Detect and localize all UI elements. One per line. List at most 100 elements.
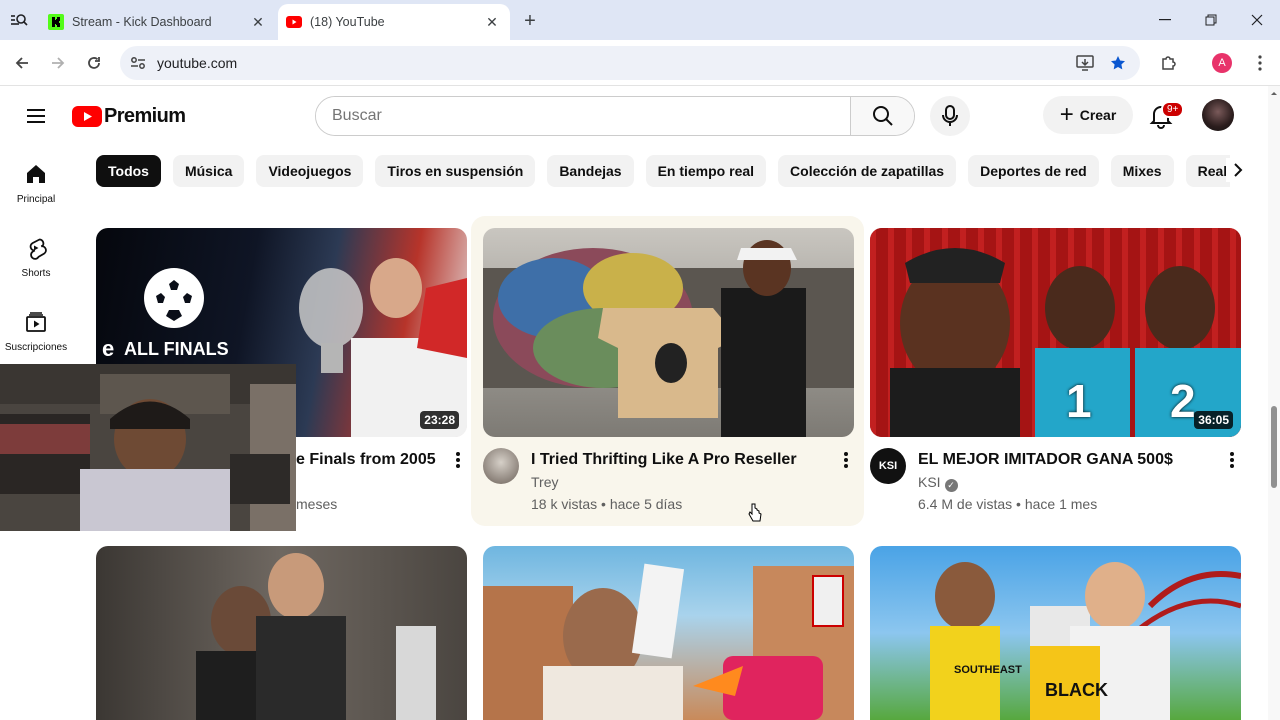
close-window-icon[interactable] [1234,6,1280,34]
browser-toolbar: youtube.com A [0,40,1280,86]
chips-next-chevron-icon[interactable] [1226,158,1250,182]
thumbnail-text: ALL FINALS [124,339,229,359]
channel-avatar[interactable]: KSI [870,448,906,484]
sidebar-item-shorts[interactable]: Shorts [4,220,68,294]
tab-title: (18) YouTube [310,15,385,29]
video-thumbnail[interactable] [96,546,467,720]
address-bar[interactable]: youtube.com [120,46,1140,80]
channel-avatar[interactable] [483,448,519,484]
restore-window-icon[interactable] [1188,6,1234,34]
chip-musica[interactable]: Música [172,155,245,187]
video-title[interactable]: I Tried Thrifting Like A Pro Reseller [531,451,797,469]
menu-hamburger-icon[interactable] [24,104,48,128]
browser-tab-bar: Stream - Kick Dashboard ✕ (18) YouTube ✕… [0,0,1280,40]
new-tab-plus-icon[interactable]: + [518,9,542,33]
chip-mixes[interactable]: Mixes [1110,155,1174,187]
plus-icon: + [1059,101,1074,128]
verified-check-icon: ✓ [944,479,958,492]
jersey-text: BLACK [1045,680,1108,700]
extensions-puzzle-icon[interactable] [1157,51,1181,75]
kick-favicon-icon [48,14,64,30]
webcam-feed-image [0,364,296,531]
page-scrollbar[interactable] [1268,86,1280,720]
video-meta: 6.4 M de vistas • hace 1 mes [918,496,1098,512]
music-video-thumbnail-art [196,553,436,720]
mouse-cursor-icon [748,503,762,522]
thumbnail-text: e [102,336,115,361]
video-thumbnail[interactable] [483,546,854,720]
channel-name[interactable]: Trey [531,474,558,490]
tab-search-icon [11,14,28,26]
scrollbar-thumb[interactable] [1271,406,1277,488]
video-more-options-icon[interactable] [446,448,470,472]
chip-deportes-de-red[interactable]: Deportes de red [968,155,1099,187]
forward-arrow-icon[interactable] [44,49,72,77]
tab-kick-dashboard[interactable]: Stream - Kick Dashboard ✕ [40,4,276,40]
chip-coleccion-de-zapatillas[interactable]: Colección de zapatillas [778,155,957,187]
video-more-options-icon[interactable] [834,448,858,472]
chip-real-madrid[interactable]: Real Madric [1185,155,1230,187]
thumbnail-number: 2 [1170,375,1196,427]
youtube-premium-logo[interactable]: Premium [72,105,186,128]
chip-videojuegos[interactable]: Videojuegos [256,155,364,187]
search-box [315,96,915,136]
voice-search-button[interactable] [930,96,970,136]
chip-en-tiempo-real[interactable]: En tiempo real [645,155,767,187]
video-more-options-icon[interactable] [1220,448,1244,472]
thrift-store-thumbnail-art [483,240,854,437]
site-info-icon[interactable] [128,53,148,73]
profile-avatar[interactable]: A [1210,51,1234,75]
home-icon [27,165,45,183]
filter-chips-bar: Todos Música Videojuegos Tiros en suspen… [96,155,1230,187]
search-button[interactable] [850,97,914,135]
scroll-up-arrow-icon[interactable] [1268,88,1280,98]
youtube-header: Premium + Crear 9+ [0,86,1268,146]
chip-todos[interactable]: Todos [96,155,161,187]
search-input[interactable] [316,97,850,135]
reload-icon[interactable] [80,49,108,77]
sidebar-item-label: Shorts [21,268,51,279]
video-thumbnail[interactable]: SOUTHEAST BLACK [870,546,1241,720]
create-label: Crear [1079,107,1117,123]
jersey-text: SOUTHEAST [954,664,1022,676]
notification-count-badge: 9+ [1161,101,1185,118]
webcam-overlay [0,364,296,531]
thumbnail-number: 1 [1066,375,1092,427]
browser-menu-icon[interactable] [1248,51,1272,75]
video-title[interactable]: EL MEJOR IMITADOR GANA 500$ [918,451,1173,469]
subscriptions-icon [26,312,46,332]
back-arrow-icon[interactable] [8,49,36,77]
microphone-icon [942,105,958,126]
chip-tiros-en-suspension[interactable]: Tiros en suspensión [375,155,536,187]
bookmark-star-icon[interactable] [1108,53,1128,73]
video-duration: 23:28 [420,411,459,429]
install-app-icon[interactable] [1075,53,1095,73]
sidebar-item-subscriptions[interactable]: Suscripciones [4,294,68,368]
close-tab-icon[interactable]: ✕ [482,12,502,32]
user-avatar[interactable] [1202,99,1234,131]
channel-name-block: KSI ✓ [918,474,958,492]
tab-title: Stream - Kick Dashboard [72,15,212,29]
channel-name[interactable]: KSI [918,474,941,490]
youtube-favicon-icon [286,14,302,30]
minimize-window-icon[interactable] [1142,6,1188,34]
video-title[interactable]: e Finals from 2005 [296,451,436,469]
create-button[interactable]: + Crear [1043,96,1133,134]
sidebar-item-principal[interactable]: Principal [4,146,68,220]
video-meta: 18 k vistas • hace 5 días [531,496,683,512]
tab-youtube[interactable]: (18) YouTube ✕ [278,4,510,40]
parking-ticket-thumbnail-art [483,563,854,720]
sidebar-item-label: Suscripciones [4,342,68,353]
logo-text: Premium [104,105,186,127]
search-icon [872,106,893,126]
address-text: youtube.com [157,55,238,71]
video-thumbnail[interactable]: 1 2 36:05 [870,228,1241,437]
close-tab-icon[interactable]: ✕ [248,12,268,32]
tab-search-button[interactable] [4,6,34,34]
video-meta: meses [296,496,338,512]
chip-bandejas[interactable]: Bandejas [547,155,634,187]
youtube-logo-icon [72,106,102,127]
shorts-icon [29,238,47,260]
video-thumbnail[interactable] [483,228,854,437]
video-duration: 36:05 [1194,411,1233,429]
